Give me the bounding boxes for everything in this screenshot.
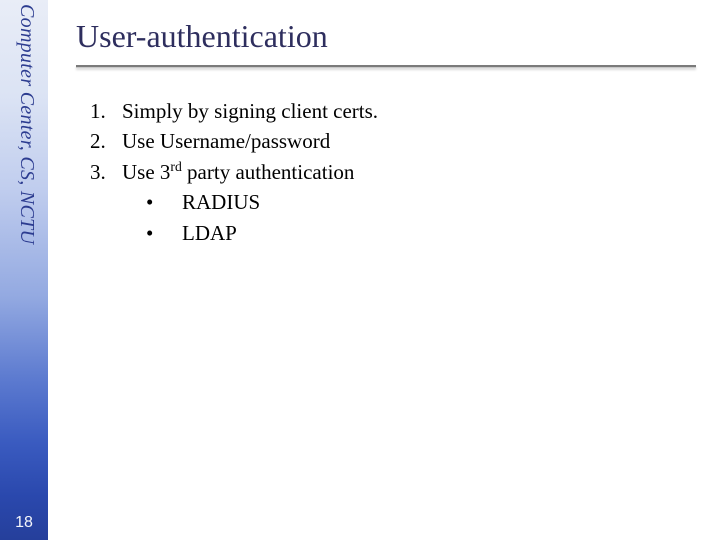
slide-title: User-authentication	[76, 18, 696, 55]
list-item: 1. Simply by signing client certs.	[90, 96, 696, 126]
sub-list-item: • RADIUS	[146, 187, 696, 217]
list-text: Simply by signing client certs.	[122, 96, 378, 126]
sidebar: Computer Center, CS, NCTU 18	[0, 0, 48, 540]
slide-content: User-authentication 1. Simply by signing…	[48, 0, 720, 540]
list-number: 1.	[90, 96, 112, 126]
list-item: 2. Use Username/password	[90, 126, 696, 156]
list-item: 3. Use 3rd party authentication	[90, 157, 696, 187]
list-text: Use Username/password	[122, 126, 330, 156]
page-number: 18	[0, 514, 48, 532]
list-number: 2.	[90, 126, 112, 156]
title-divider	[76, 65, 696, 68]
sub-list: • RADIUS • LDAP	[90, 187, 696, 248]
ordered-list: 1. Simply by signing client certs. 2. Us…	[76, 96, 696, 248]
list-number: 3.	[90, 157, 112, 187]
sub-list-item: • LDAP	[146, 218, 696, 248]
bullet-icon: •	[146, 218, 160, 248]
ordinal-superscript: rd	[170, 159, 181, 174]
list-text-part: party authentication	[182, 160, 355, 184]
sub-list-text: RADIUS	[182, 187, 260, 217]
sidebar-org-text: Computer Center, CS, NCTU	[15, 4, 38, 32]
list-text-part: Use 3	[122, 160, 170, 184]
list-text: Use 3rd party authentication	[122, 157, 354, 187]
bullet-icon: •	[146, 187, 160, 217]
sub-list-text: LDAP	[182, 218, 237, 248]
